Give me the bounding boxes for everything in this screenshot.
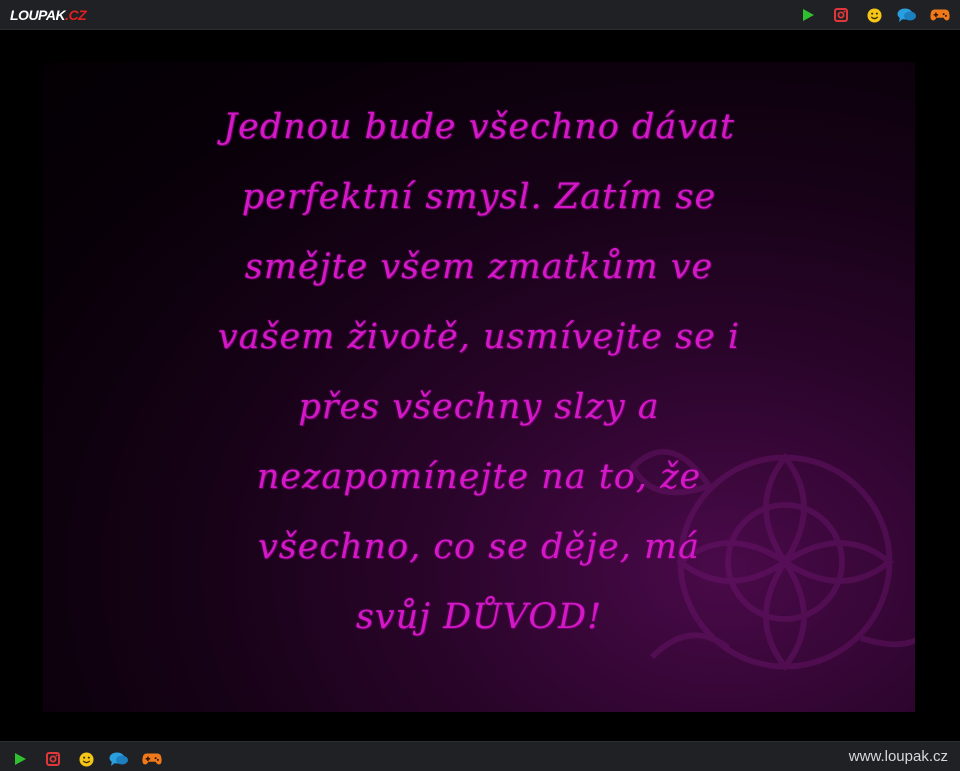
logo-main-text: LOUPAK — [10, 7, 66, 23]
site-url-link[interactable]: www.loupak.cz — [849, 748, 948, 765]
gamepad-icon[interactable] — [930, 5, 950, 25]
quote-line-6: nezapomínejte na to, že — [256, 457, 702, 497]
smiley-icon[interactable] — [76, 749, 96, 769]
quote-line-7: všechno, co se děje, má — [257, 527, 701, 567]
chat-icon[interactable] — [897, 5, 917, 25]
image-stage: Jednou bude všechno dávat perfektní smys… — [0, 30, 960, 741]
logo-suffix-text: .CZ — [65, 7, 87, 23]
quote-line-1: Jednou bude všechno dávat — [223, 107, 735, 147]
top-toolbar: LOUPAK.CZ — [0, 0, 960, 30]
bottom-icon-group — [10, 749, 175, 769]
site-logo[interactable]: LOUPAK.CZ — [10, 6, 87, 24]
smiley-icon[interactable] — [864, 5, 884, 25]
quote-line-3: smějte všem zmatkům ve — [244, 247, 714, 287]
chat-icon[interactable] — [109, 749, 129, 769]
quote-line-5: přes všechny slzy a — [298, 387, 660, 427]
play-icon[interactable] — [798, 5, 818, 25]
quote-line-4: vašem životě, usmívejte se i — [217, 317, 741, 357]
gamepad-icon[interactable] — [142, 749, 162, 769]
play-icon[interactable] — [10, 749, 30, 769]
quote-image: Jednou bude všechno dávat perfektní smys… — [43, 62, 915, 712]
top-icon-group — [785, 5, 950, 25]
quote-line-8: svůj DŮVOD! — [355, 597, 603, 637]
instagram-icon[interactable] — [831, 5, 851, 25]
instagram-icon[interactable] — [43, 749, 63, 769]
bottom-toolbar: www.loupak.cz — [0, 741, 960, 771]
quote-text: Jednou bude všechno dávat perfektní smys… — [43, 92, 915, 652]
quote-line-2: perfektní smysl. Zatím se — [241, 177, 717, 217]
